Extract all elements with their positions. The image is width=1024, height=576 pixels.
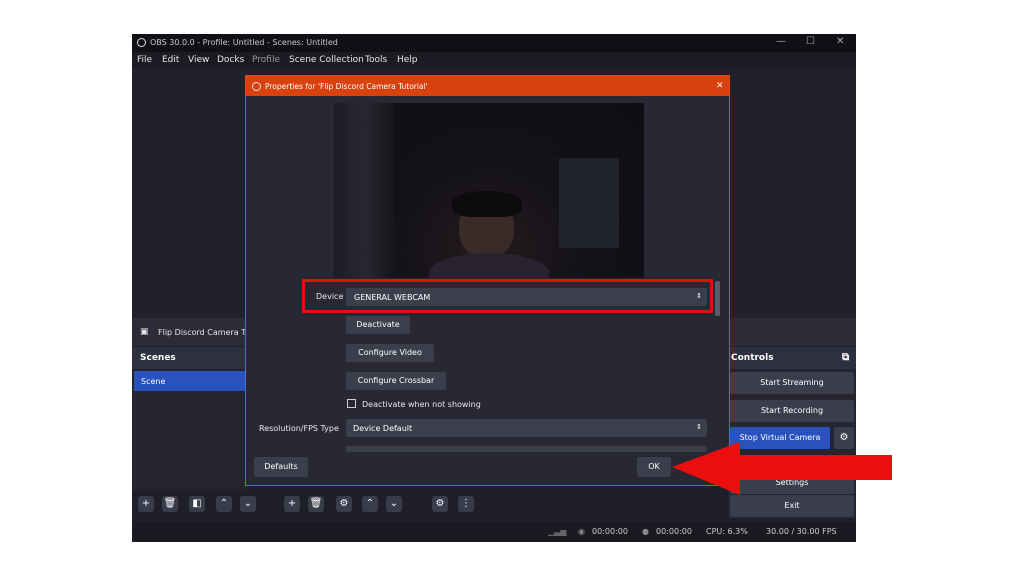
menu-help[interactable]: Help — [397, 55, 418, 65]
dialog-title-bar: Properties for 'Flip Discord Camera Tuto… — [246, 76, 729, 96]
camera-preview — [334, 103, 644, 278]
next-field-partial[interactable] — [346, 446, 707, 452]
menu-view[interactable]: View — [188, 55, 209, 65]
scenes-dock-header: Scenes — [132, 347, 248, 369]
resolution-select[interactable]: Device Default ⇕ — [346, 419, 707, 437]
controls-title: Controls — [731, 353, 774, 363]
add-source-icon[interactable]: + — [284, 496, 300, 512]
more-options-icon[interactable]: ⋮ — [458, 496, 474, 512]
sources-toolbar: + 🗑 ⚙ ⌃ ⌄ — [280, 492, 408, 518]
scenes-title: Scenes — [140, 353, 176, 363]
scene-item-label: Scene — [141, 377, 166, 386]
start-recording-button[interactable]: Start Recording — [730, 400, 854, 422]
red-arrow-icon — [672, 442, 892, 495]
maximize-button[interactable]: ☐ — [806, 36, 815, 47]
source-name: Flip Discord Camera T — [158, 328, 247, 337]
defaults-button[interactable]: Defaults — [254, 457, 308, 477]
background-object — [559, 158, 619, 248]
close-button[interactable]: ✕ — [836, 36, 844, 47]
scrollbar-thumb[interactable] — [715, 281, 720, 316]
start-streaming-button[interactable]: Start Streaming — [730, 372, 854, 394]
deactivate-when-not-showing-label: Deactivate when not showing — [362, 400, 481, 409]
menu-tools[interactable]: Tools — [365, 55, 387, 65]
source-properties-icon[interactable]: ⚙ — [336, 496, 352, 512]
mixer-toolbar: ⚙ ⋮ — [424, 492, 484, 518]
dock-float-icon[interactable]: ⧉ — [842, 352, 849, 363]
stream-time: 00:00:00 — [592, 527, 628, 536]
fps-display: 30.00 / 30.00 FPS — [766, 527, 837, 536]
menu-file[interactable]: File — [137, 55, 152, 65]
resolution-label: Resolution/FPS Type — [259, 424, 339, 433]
move-up-icon[interactable]: ⌃ — [216, 496, 232, 512]
minimize-button[interactable]: — — [776, 36, 786, 47]
background-shelf — [334, 103, 394, 278]
scene-item[interactable]: Scene — [134, 371, 246, 391]
menu-docks[interactable]: Docks — [217, 55, 244, 65]
obs-logo-icon — [137, 38, 146, 47]
deactivate-button[interactable]: Deactivate — [346, 316, 410, 334]
scenes-toolbar: + 🗑 ◧ ⌃ ⌄ — [132, 492, 262, 518]
menu-scene-collection[interactable]: Scene Collection — [289, 55, 364, 65]
menu-edit[interactable]: Edit — [162, 55, 179, 65]
status-bar: ▁▃▅ ◉ 00:00:00 ● 00:00:00 CPU: 6.3% 30.0… — [132, 522, 856, 542]
title-bar: OBS 30.0.0 - Profile: Untitled - Scenes:… — [132, 34, 856, 52]
dialog-obs-logo-icon — [252, 82, 261, 91]
highlight-box — [302, 279, 713, 313]
stream-indicator-icon: ◉ — [578, 527, 585, 536]
signal-icon: ▁▃▅ — [548, 527, 567, 536]
record-time: 00:00:00 — [656, 527, 692, 536]
menu-profile[interactable]: Profile — [252, 55, 280, 65]
menu-bar: File Edit View Docks Profile Scene Colle… — [132, 52, 856, 68]
person-body — [429, 253, 549, 278]
resolution-value: Device Default — [353, 424, 413, 433]
dialog-close-icon[interactable]: ✕ — [716, 81, 724, 91]
resolution-arrows-icon: ⇕ — [696, 423, 702, 431]
remove-scene-icon[interactable]: 🗑 — [162, 496, 178, 512]
cpu-usage: CPU: 6.3% — [706, 527, 748, 536]
remove-source-icon[interactable]: 🗑 — [308, 496, 324, 512]
window-title: OBS 30.0.0 - Profile: Untitled - Scenes:… — [150, 38, 338, 47]
camera-icon: ▣ — [140, 327, 149, 337]
person-hair — [452, 191, 522, 217]
deactivate-checkbox[interactable] — [347, 399, 356, 408]
audio-settings-icon[interactable]: ⚙ — [432, 496, 448, 512]
filters-icon[interactable]: ◧ — [189, 496, 205, 512]
source-up-icon[interactable]: ⌃ — [362, 496, 378, 512]
move-down-icon[interactable]: ⌄ — [240, 496, 256, 512]
source-down-icon[interactable]: ⌄ — [386, 496, 402, 512]
add-scene-icon[interactable]: + — [138, 496, 154, 512]
record-indicator-icon: ● — [642, 527, 649, 536]
configure-crossbar-button[interactable]: Configure Crossbar — [346, 372, 446, 390]
dialog-title: Properties for 'Flip Discord Camera Tuto… — [265, 82, 428, 91]
configure-video-button[interactable]: Configure Video — [346, 344, 434, 362]
controls-dock-header: Controls ⧉ — [728, 347, 856, 369]
